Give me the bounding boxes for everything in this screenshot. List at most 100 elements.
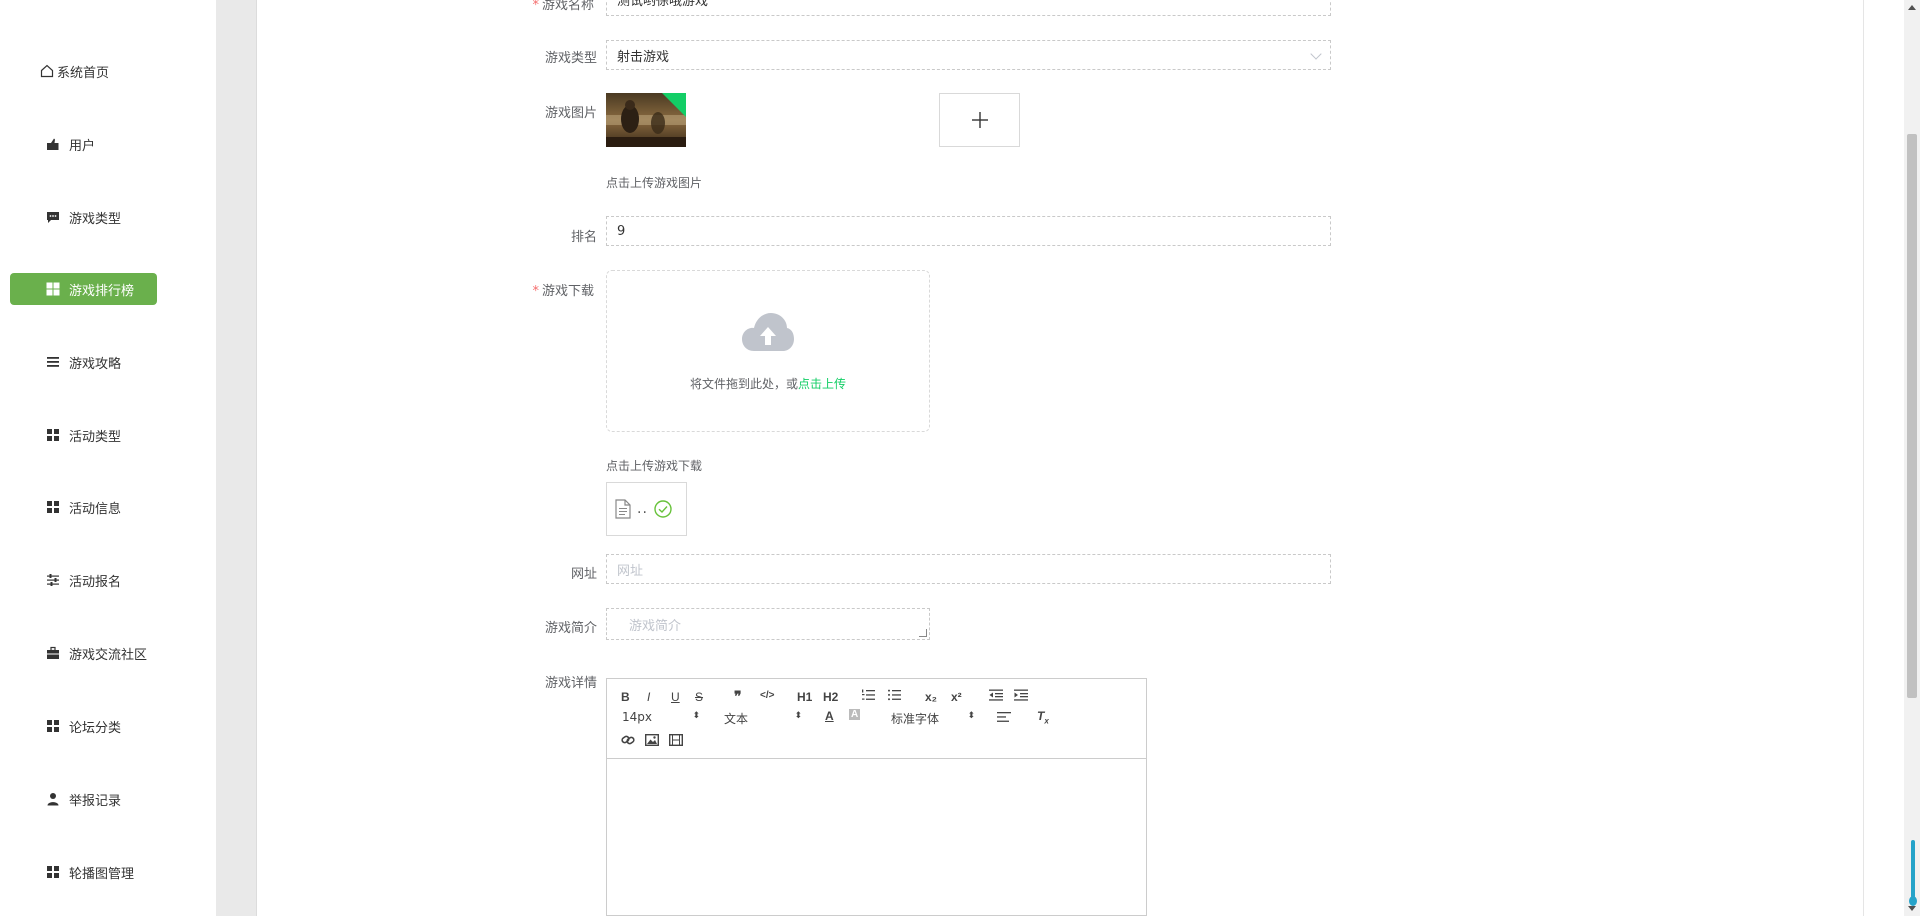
sidebar-item-rankings[interactable]: 游戏排行榜 bbox=[10, 273, 157, 305]
game-type-select[interactable]: 射击游戏 bbox=[606, 40, 1331, 70]
font-family-value: 标准字体 bbox=[891, 712, 940, 726]
sidebar-item-label: 活动类型 bbox=[69, 429, 122, 445]
rank-value: 9 bbox=[617, 223, 626, 239]
file-name: .. bbox=[637, 501, 648, 517]
download-dragger[interactable]: 将文件拖到此处，或点击上传 bbox=[606, 270, 930, 432]
sidebar-item-label: 活动信息 bbox=[69, 501, 122, 517]
background-color-icon[interactable]: A bbox=[849, 709, 861, 720]
cloud-upload-icon bbox=[742, 313, 794, 351]
clear-format-icon[interactable]: Tx bbox=[1037, 709, 1049, 725]
game-name-input[interactable]: 测试哟徐哦游戏 bbox=[606, 0, 1331, 16]
url-input[interactable]: 网址 bbox=[606, 554, 1331, 584]
sidebar-item-label: 轮播图管理 bbox=[69, 866, 135, 882]
editor-toolbar: B I U S ❞ </> H1 H2 x₂ x² 14px ⬍ 文本 ⬍ A A … bbox=[607, 679, 1146, 759]
sidebar-item-label: 论坛分类 bbox=[69, 720, 122, 736]
link-icon[interactable] bbox=[621, 734, 635, 749]
scroll-up-arrow-icon[interactable] bbox=[1908, 5, 1916, 10]
download-label: * 游戏下载 bbox=[532, 284, 594, 299]
person-icon bbox=[46, 792, 60, 806]
grid-icon bbox=[46, 500, 60, 514]
subscript-icon[interactable]: x₂ bbox=[925, 690, 937, 704]
text-color-icon[interactable]: A bbox=[825, 709, 834, 723]
image-upload-hint: 点击上传游戏图片 bbox=[606, 176, 703, 190]
h1-icon[interactable]: H1 bbox=[797, 690, 812, 704]
sidebar-item-guides[interactable]: 游戏攻略 bbox=[10, 346, 157, 378]
game-image-thumbnail[interactable] bbox=[606, 93, 686, 147]
page-scrollbar[interactable] bbox=[1904, 0, 1920, 916]
list-icon bbox=[46, 355, 60, 369]
game-type-value: 射击游戏 bbox=[617, 49, 670, 65]
bold-icon[interactable]: B bbox=[621, 690, 630, 704]
sidebar-item-home[interactable]: 系统首页 bbox=[10, 55, 157, 87]
sidebar-item-activity-info[interactable]: 活动信息 bbox=[10, 491, 157, 523]
sidebar: 系统首页 用户 游戏类型 游戏排行榜 游戏攻略 活动类型 活动信息 活动报名 游… bbox=[0, 0, 216, 916]
updown-icon: ⬍ bbox=[967, 711, 975, 721]
game-name-label: * 游戏名称 bbox=[532, 0, 594, 13]
grid-icon bbox=[46, 865, 60, 879]
sidebar-item-label: 系统首页 bbox=[57, 65, 110, 81]
sidebar-item-forum-categories[interactable]: 论坛分类 bbox=[10, 710, 157, 742]
check-circle-icon bbox=[654, 500, 672, 518]
strike-icon[interactable]: S bbox=[695, 690, 703, 704]
grid-icon bbox=[46, 428, 60, 442]
sidebar-item-game-types[interactable]: 游戏类型 bbox=[10, 201, 157, 233]
sidebar-item-reports[interactable]: 举报记录 bbox=[10, 783, 157, 815]
document-icon bbox=[615, 499, 631, 519]
download-upload-hint: 点击上传游戏下载 bbox=[606, 459, 703, 473]
briefcase-icon bbox=[46, 646, 60, 660]
uploaded-file-card[interactable]: .. bbox=[606, 482, 687, 536]
image-icon[interactable] bbox=[644, 733, 660, 749]
code-icon[interactable]: </> bbox=[760, 690, 774, 701]
underline-icon[interactable]: U bbox=[671, 690, 680, 704]
resize-handle[interactable] bbox=[919, 629, 927, 637]
image-tag bbox=[662, 93, 686, 117]
scroll-thumb[interactable] bbox=[1907, 134, 1917, 698]
sidebar-item-label: 活动报名 bbox=[69, 574, 122, 590]
indent-icon[interactable] bbox=[1014, 689, 1028, 704]
sidebar-item-community[interactable]: 游戏交流社区 bbox=[10, 637, 157, 669]
drag-text: 将文件拖到此处，或点击上传 bbox=[689, 377, 847, 391]
scroll-down-arrow-icon[interactable] bbox=[1908, 906, 1916, 911]
detail-label: 游戏详情 bbox=[544, 676, 597, 691]
sidebar-gutter bbox=[216, 0, 256, 916]
grid-icon bbox=[46, 719, 60, 733]
sidebar-item-activity-types[interactable]: 活动类型 bbox=[10, 419, 157, 451]
chevron-down-icon bbox=[1310, 48, 1322, 60]
updown-icon: ⬍ bbox=[794, 711, 802, 721]
intro-placeholder: 游戏简介 bbox=[629, 619, 682, 634]
thermometer-widget-icon bbox=[1909, 840, 1917, 906]
align-icon[interactable] bbox=[997, 711, 1011, 726]
updown-icon: ⬍ bbox=[692, 711, 700, 721]
font-size-select[interactable]: 14px ⬍ bbox=[622, 710, 700, 724]
url-placeholder: 网址 bbox=[617, 563, 644, 579]
game-name-value: 测试哟徐哦游戏 bbox=[617, 0, 709, 9]
game-image-label: 游戏图片 bbox=[544, 106, 597, 121]
superscript-icon[interactable]: x² bbox=[951, 690, 962, 704]
click-upload-link[interactable]: 点击上传 bbox=[798, 377, 846, 391]
sliders-icon bbox=[46, 573, 60, 587]
sidebar-item-users[interactable]: 用户 bbox=[10, 128, 157, 160]
image-upload-button[interactable] bbox=[939, 93, 1020, 147]
bullet-list-icon[interactable] bbox=[887, 689, 901, 704]
grid-icon bbox=[46, 282, 60, 296]
font-family-select[interactable]: 标准字体 ⬍ bbox=[891, 710, 975, 727]
sidebar-item-banners[interactable]: 轮播图管理 bbox=[10, 856, 157, 888]
rank-label: 排名 bbox=[570, 230, 597, 245]
italic-icon[interactable]: I bbox=[647, 690, 650, 704]
sidebar-item-activity-signup[interactable]: 活动报名 bbox=[10, 564, 157, 596]
sidebar-item-label: 游戏类型 bbox=[69, 211, 122, 227]
intro-label: 游戏简介 bbox=[544, 621, 597, 636]
outdent-icon[interactable] bbox=[989, 689, 1003, 704]
ordered-list-icon[interactable] bbox=[861, 689, 875, 704]
quote-icon[interactable]: ❞ bbox=[734, 688, 742, 705]
header-select[interactable]: 文本 ⬍ bbox=[724, 710, 802, 727]
intro-textarea[interactable]: 游戏简介 bbox=[606, 608, 930, 640]
video-icon[interactable] bbox=[668, 733, 684, 749]
sidebar-item-label: 用户 bbox=[69, 138, 96, 154]
header-value: 文本 bbox=[724, 712, 749, 726]
content-border bbox=[256, 0, 257, 916]
sidebar-item-label: 游戏排行榜 bbox=[69, 283, 135, 299]
rank-input[interactable]: 9 bbox=[606, 216, 1331, 246]
h2-icon[interactable]: H2 bbox=[823, 690, 838, 704]
editor-content-area[interactable] bbox=[607, 759, 1146, 916]
